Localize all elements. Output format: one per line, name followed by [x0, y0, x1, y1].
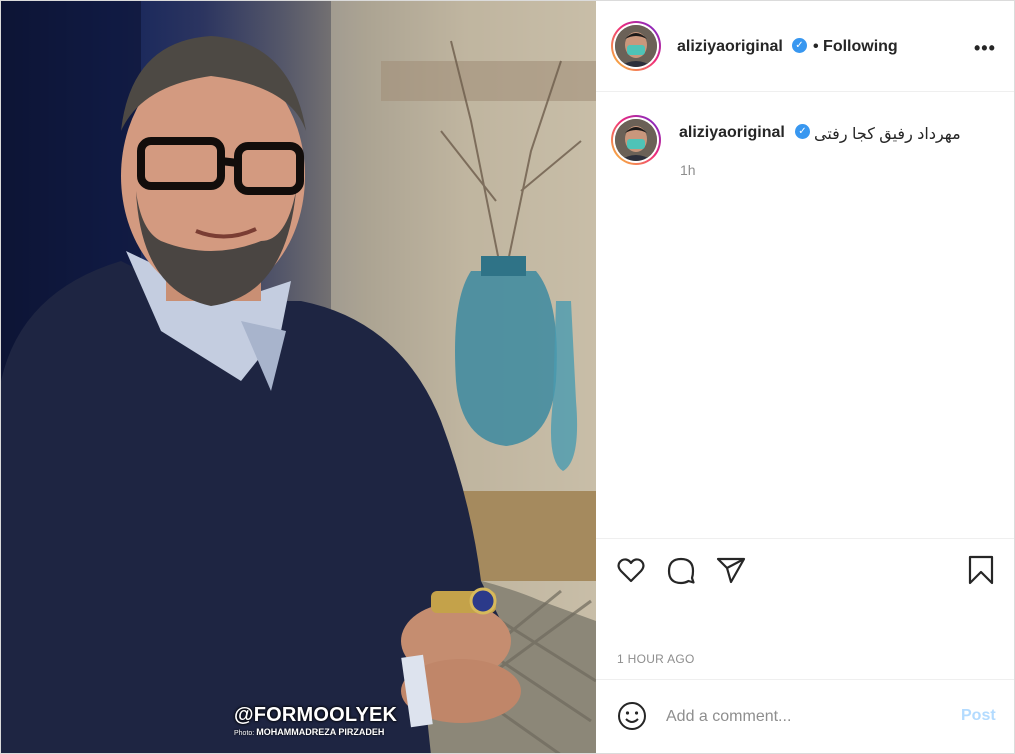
photo-credit: Photo: MOHAMMADREZA PIRZADEH — [234, 727, 384, 737]
header-username[interactable]: aliziyaoriginal — [677, 38, 783, 56]
photo-watermark: @FORMOOLYEK — [234, 704, 398, 726]
post-header: aliziyaoriginal ✓ • Following ••• — [596, 1, 1014, 92]
avatar[interactable] — [611, 21, 661, 71]
caption-time[interactable]: 1h — [680, 162, 696, 178]
avatar-image — [615, 119, 657, 161]
comment-bubble-icon[interactable] — [665, 554, 697, 586]
caption-username[interactable]: aliziyaoriginal — [679, 124, 785, 142]
avatar-border — [613, 117, 659, 163]
verified-badge-icon: ✓ — [795, 124, 810, 139]
photo-illustration — [1, 1, 596, 753]
caption-avatar[interactable] — [611, 115, 661, 165]
following-button[interactable]: • Following — [813, 38, 898, 56]
post-side-panel: aliziyaoriginal ✓ • Following ••• aliziy… — [596, 1, 1014, 753]
add-comment-bar: Post — [596, 679, 1014, 753]
avatar-face-icon — [615, 119, 657, 161]
bookmark-icon[interactable] — [965, 554, 997, 586]
post-timestamp[interactable]: 1 HOUR AGO — [617, 652, 695, 666]
verified-badge-icon: ✓ — [792, 38, 807, 53]
post-actions — [596, 538, 1014, 598]
comments-section: aliziyaoriginal ✓ مهرداد رفیق کجا رفتی 1… — [596, 93, 1014, 538]
more-options-icon[interactable]: ••• — [974, 38, 996, 59]
avatar-image — [615, 25, 657, 67]
emoji-icon[interactable] — [616, 700, 648, 732]
post-photo[interactable]: @FORMOOLYEK Photo: MOHAMMADREZA PIRZADEH — [1, 1, 596, 753]
photo-credit-label: Photo: — [234, 730, 255, 737]
avatar-face-icon — [615, 25, 657, 67]
paper-plane-icon[interactable] — [715, 554, 747, 586]
post-caption: مهرداد رفیق کجا رفتی — [814, 126, 961, 143]
comment-input[interactable] — [666, 702, 946, 732]
post-modal: @FORMOOLYEK Photo:MOHAMMADREZA PIRZADEH — [0, 0, 1015, 754]
post-button[interactable]: Post — [961, 707, 996, 725]
heart-icon[interactable] — [615, 554, 647, 586]
avatar-border — [613, 23, 659, 69]
photo-credit-name: MOHAMMADREZA PIRZADEH — [256, 727, 385, 737]
